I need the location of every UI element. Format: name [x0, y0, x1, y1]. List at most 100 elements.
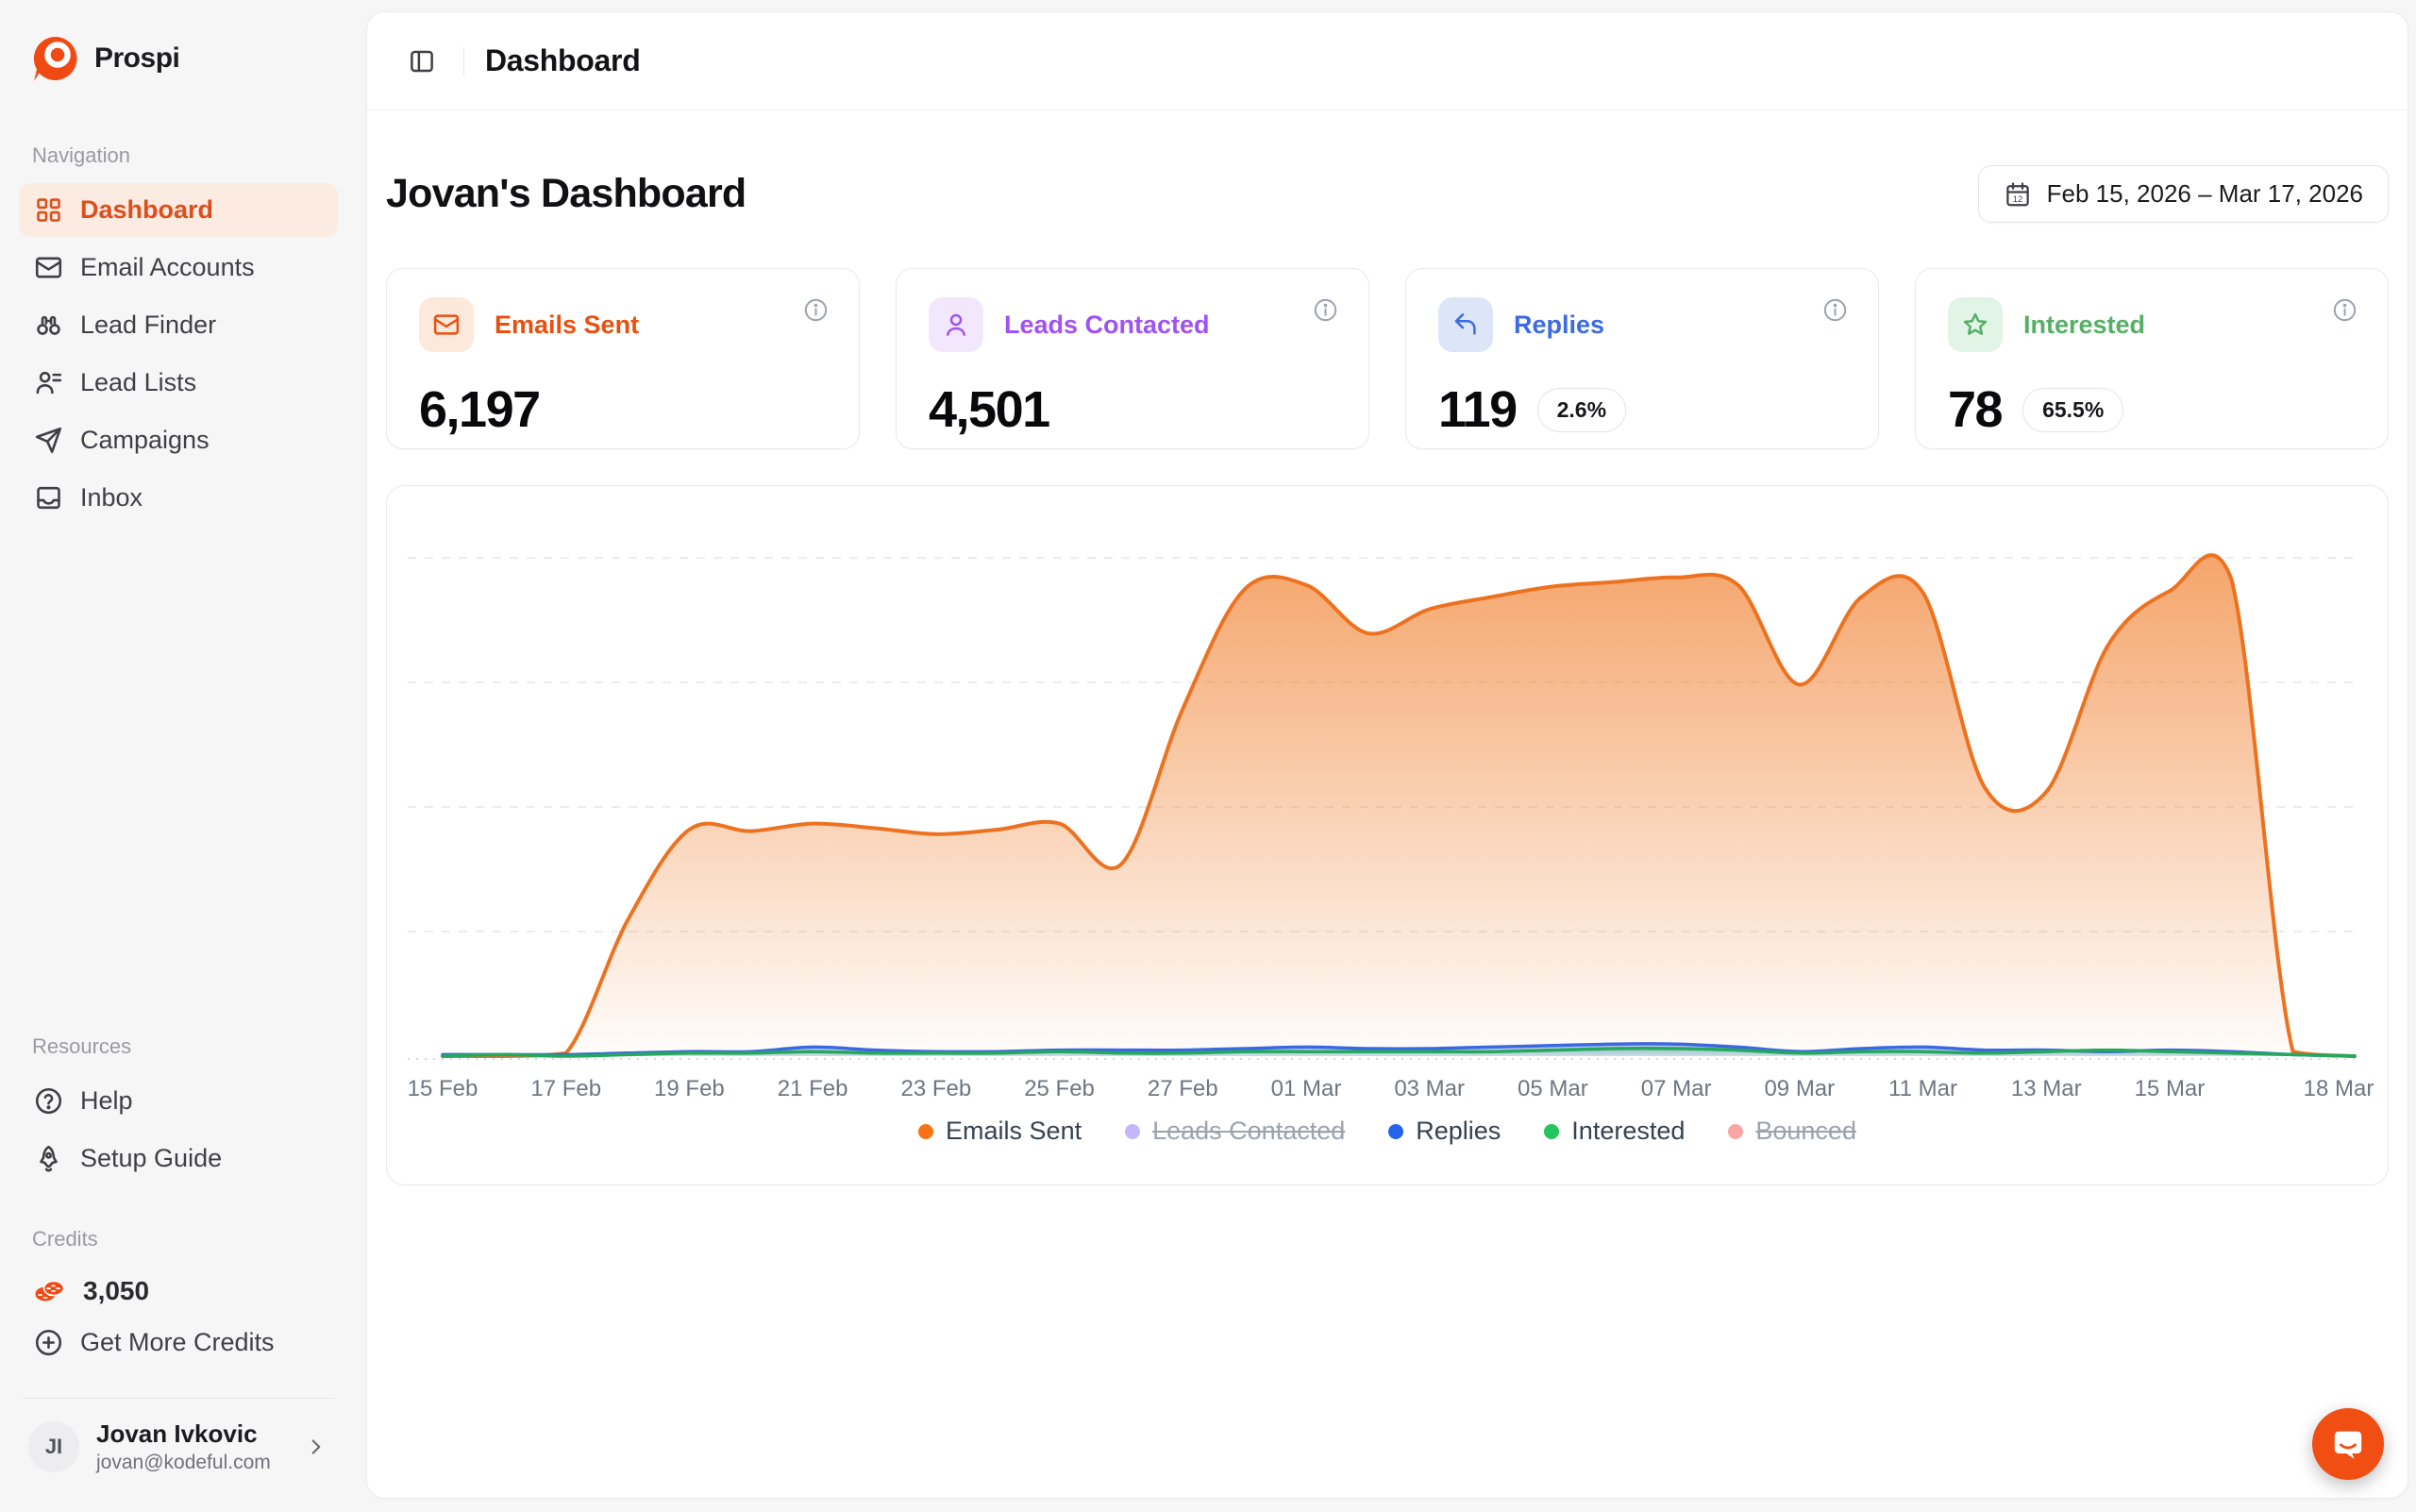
stat-card-emails-sent: Emails Sent 6,197 [386, 268, 860, 449]
sidebar-item-lead-finder[interactable]: Lead Finder [19, 298, 338, 352]
sidebar-item-label: Lead Finder [80, 311, 216, 340]
info-icon[interactable] [2332, 297, 2357, 323]
legend-label: Emails Sent [946, 1117, 1082, 1146]
app-logo[interactable]: Prospi [19, 28, 338, 89]
stat-label: Interested [2023, 311, 2145, 340]
legend-item-leads-contacted[interactable]: Leads Contacted [1125, 1117, 1345, 1146]
user-menu[interactable]: JI Jovan Ivkovic jovan@kodeful.com [19, 1406, 338, 1487]
page-title: Jovan's Dashboard [386, 171, 746, 217]
sidebar-item-inbox[interactable]: Inbox [19, 471, 338, 525]
stat-value: 4,501 [929, 380, 1049, 439]
resources-section-label: Resources [32, 1034, 338, 1059]
avatar: JI [28, 1421, 79, 1472]
sidebar-spacer [19, 529, 338, 1025]
stat-value: 119 [1438, 380, 1517, 439]
chevron-right-icon [304, 1435, 328, 1459]
sidebar-item-help[interactable]: Help [19, 1074, 338, 1128]
activity-area-chart[interactable]: 15 Feb17 Feb19 Feb21 Feb23 Feb25 Feb27 F… [387, 486, 2382, 1115]
legend-dot [1125, 1124, 1140, 1139]
calendar-icon: 12 [2004, 180, 2032, 209]
prospi-logo-icon [30, 34, 79, 83]
sidebar-item-label: Get More Credits [80, 1328, 275, 1357]
svg-text:19 Feb: 19 Feb [654, 1076, 725, 1101]
plus-circle-icon [34, 1328, 63, 1357]
svg-text:23 Feb: 23 Feb [900, 1076, 971, 1101]
user-list-icon [34, 368, 63, 397]
mail-icon [34, 253, 63, 282]
svg-text:15 Feb: 15 Feb [408, 1076, 478, 1101]
legend-dot [1728, 1124, 1743, 1139]
svg-text:11 Mar: 11 Mar [1888, 1076, 1957, 1101]
sidebar: Prospi Navigation Dashboard Email Accoun… [0, 0, 357, 1512]
legend-item-interested[interactable]: Interested [1544, 1117, 1685, 1146]
sidebar-item-email-accounts[interactable]: Email Accounts [19, 241, 338, 294]
chat-launcher-button[interactable] [2312, 1408, 2384, 1480]
date-range-value: Feb 15, 2026 – Mar 17, 2026 [2047, 179, 2363, 209]
credits-balance: 3,050 [19, 1267, 338, 1316]
dashboard-grid-icon [34, 195, 63, 225]
sidebar-item-dashboard[interactable]: Dashboard [19, 183, 338, 237]
sidebar-item-label: Help [80, 1086, 133, 1116]
coins-icon [34, 1279, 66, 1303]
svg-text:17 Feb: 17 Feb [530, 1076, 601, 1101]
sidebar-toggle-button[interactable] [401, 41, 443, 82]
user-icon [942, 311, 970, 339]
emails-sent-icon-tile [419, 297, 474, 352]
title-row: Jovan's Dashboard 12 Feb 15, 2026 – Mar … [386, 165, 2389, 223]
sidebar-item-setup-guide[interactable]: Setup Guide [19, 1132, 338, 1185]
svg-text:07 Mar: 07 Mar [1641, 1076, 1712, 1101]
chart-legend: Emails Sent Leads Contacted Replies Inte… [387, 1117, 2388, 1146]
send-icon [34, 426, 63, 455]
navigation-section-label: Navigation [32, 143, 338, 168]
svg-text:01 Mar: 01 Mar [1271, 1076, 1342, 1101]
svg-text:09 Mar: 09 Mar [1764, 1076, 1835, 1101]
legend-item-replies[interactable]: Replies [1388, 1117, 1501, 1146]
sidebar-divider [23, 1398, 334, 1399]
stat-value: 78 [1948, 380, 2002, 439]
stats-row: Emails Sent 6,197 Leads Co [386, 268, 2389, 449]
legend-label: Leads Contacted [1152, 1117, 1345, 1146]
stat-value: 6,197 [419, 380, 540, 439]
app-name: Prospi [94, 42, 179, 75]
legend-dot [1544, 1124, 1559, 1139]
star-icon [1961, 311, 1989, 339]
legend-item-bounced[interactable]: Bounced [1728, 1117, 1856, 1146]
stat-label: Leads Contacted [1004, 311, 1210, 340]
info-icon[interactable] [803, 297, 829, 323]
svg-text:15 Mar: 15 Mar [2135, 1076, 2206, 1101]
interested-icon-tile [1948, 297, 2003, 352]
page-breadcrumb-title: Dashboard [485, 43, 640, 78]
topbar: Dashboard [367, 12, 2408, 110]
info-icon[interactable] [1822, 297, 1848, 323]
sidebar-item-label: Email Accounts [80, 253, 255, 282]
legend-label: Bounced [1755, 1117, 1856, 1146]
date-range-picker[interactable]: 12 Feb 15, 2026 – Mar 17, 2026 [1978, 165, 2389, 223]
legend-item-emails-sent[interactable]: Emails Sent [918, 1117, 1082, 1146]
credits-section-label: Credits [32, 1227, 338, 1252]
legend-dot [1388, 1124, 1403, 1139]
sidebar-navigation: Navigation Dashboard Email Accounts Lead… [19, 143, 338, 529]
user-email: jovan@kodeful.com [96, 1452, 287, 1474]
svg-text:05 Mar: 05 Mar [1518, 1076, 1588, 1101]
svg-text:03 Mar: 03 Mar [1394, 1076, 1465, 1101]
sidebar-item-label: Inbox [80, 483, 143, 512]
user-meta: Jovan Ivkovic jovan@kodeful.com [96, 1420, 287, 1474]
sidebar-resources: Resources Help Setup Guide [19, 1034, 338, 1189]
sidebar-item-lead-lists[interactable]: Lead Lists [19, 356, 338, 410]
legend-label: Interested [1571, 1117, 1685, 1146]
credits-value: 3,050 [83, 1276, 149, 1306]
legend-dot [918, 1124, 933, 1139]
chat-bubble-icon [2329, 1425, 2367, 1463]
user-name: Jovan Ivkovic [96, 1420, 287, 1449]
stat-card-leads-contacted: Leads Contacted 4,501 [896, 268, 1369, 449]
svg-text:21 Feb: 21 Feb [778, 1076, 848, 1101]
inbox-icon [34, 483, 63, 512]
info-icon[interactable] [1313, 297, 1338, 323]
stat-badge: 65.5% [2022, 388, 2123, 432]
sidebar-item-campaigns[interactable]: Campaigns [19, 413, 338, 467]
stat-card-replies: Replies 119 2.6% [1405, 268, 1879, 449]
mail-icon [432, 311, 461, 339]
svg-text:13 Mar: 13 Mar [2011, 1076, 2082, 1101]
panel-left-icon [408, 47, 436, 76]
get-more-credits-button[interactable]: Get More Credits [19, 1316, 338, 1369]
